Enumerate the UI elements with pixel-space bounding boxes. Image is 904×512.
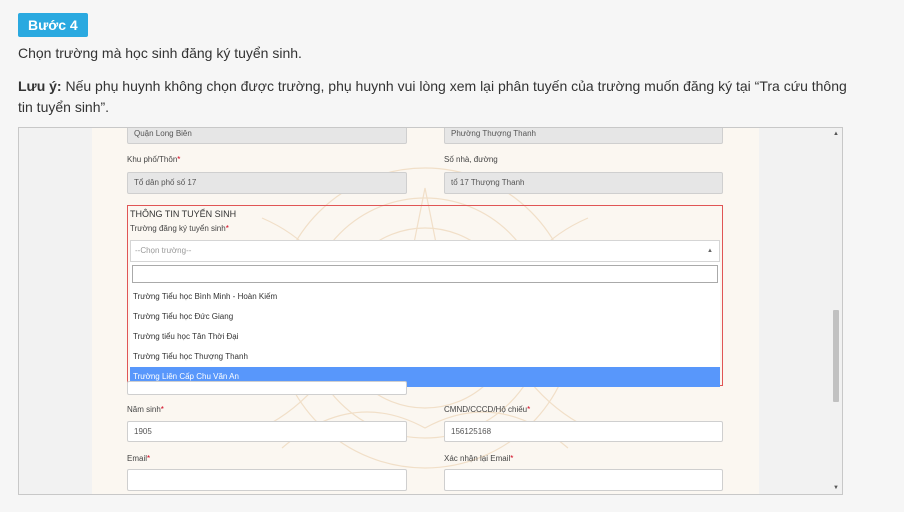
hamlet-field[interactable]: Tổ dân phố số 17 bbox=[127, 172, 407, 194]
ward-field[interactable]: Phường Thượng Thanh bbox=[444, 128, 723, 144]
school-option[interactable]: Trường tiểu học Tân Thời Đại bbox=[130, 327, 720, 347]
school-select[interactable]: --Chọn trường-- ▲ bbox=[130, 240, 720, 262]
dropdown-search-input[interactable] bbox=[132, 265, 718, 283]
note-body: Nếu phụ huynh không chọn được trường, ph… bbox=[18, 78, 847, 115]
scroll-down-icon[interactable]: ▼ bbox=[830, 482, 842, 494]
birth-year-field[interactable]: 1905 bbox=[127, 421, 407, 442]
email-label: Email* bbox=[127, 454, 151, 463]
school-option[interactable]: Trường Tiểu học Thượng Thanh bbox=[130, 347, 720, 367]
id-label: CMND/CCCD/Hộ chiếu* bbox=[444, 405, 531, 414]
street-label: Số nhà, đường bbox=[444, 155, 498, 164]
registration-form: Quận Long Biên Phường Thượng Thanh Khu p… bbox=[92, 128, 759, 494]
hamlet-label: Khu phố/Thôn* bbox=[127, 155, 181, 164]
note-label: Lưu ý: bbox=[18, 78, 62, 94]
scrollbar[interactable]: ▲ ▼ bbox=[830, 128, 842, 494]
screenshot-frame: Quận Long Biên Phường Thượng Thanh Khu p… bbox=[18, 127, 843, 495]
school-option[interactable]: Trường Tiểu học Bình Minh - Hoàn Kiếm bbox=[130, 287, 720, 307]
email-field[interactable] bbox=[127, 469, 407, 491]
district-field[interactable]: Quận Long Biên bbox=[127, 128, 407, 144]
email-confirm-field[interactable] bbox=[444, 469, 723, 491]
enrollment-section: THÔNG TIN TUYỂN SINH Trường đăng ký tuyể… bbox=[127, 205, 723, 387]
id-field[interactable]: 156125168 bbox=[444, 421, 723, 442]
school-option[interactable]: Trường Tiểu học Đức Giang bbox=[130, 307, 720, 327]
step-badge: Bước 4 bbox=[18, 13, 88, 37]
hidden-field-left[interactable] bbox=[127, 381, 407, 395]
note-text: Lưu ý: Nếu phụ huynh không chọn được trư… bbox=[18, 76, 858, 118]
caret-up-icon: ▲ bbox=[707, 248, 713, 254]
instruction-text: Chọn trường mà học sinh đăng ký tuyển si… bbox=[18, 45, 302, 61]
scroll-thumb[interactable] bbox=[833, 310, 839, 402]
email-confirm-label: Xác nhận lại Email* bbox=[444, 454, 514, 463]
section-title: THÔNG TIN TUYỂN SINH bbox=[130, 209, 237, 219]
scroll-up-icon[interactable]: ▲ bbox=[830, 128, 842, 140]
birth-year-label: Năm sinh* bbox=[127, 405, 164, 414]
school-dropdown: Trường Tiểu học Bình Minh - Hoàn Kiếm Tr… bbox=[130, 262, 720, 387]
school-label: Trường đăng ký tuyển sinh* bbox=[130, 224, 229, 233]
street-field[interactable]: tổ 17 Thượng Thanh bbox=[444, 172, 723, 194]
